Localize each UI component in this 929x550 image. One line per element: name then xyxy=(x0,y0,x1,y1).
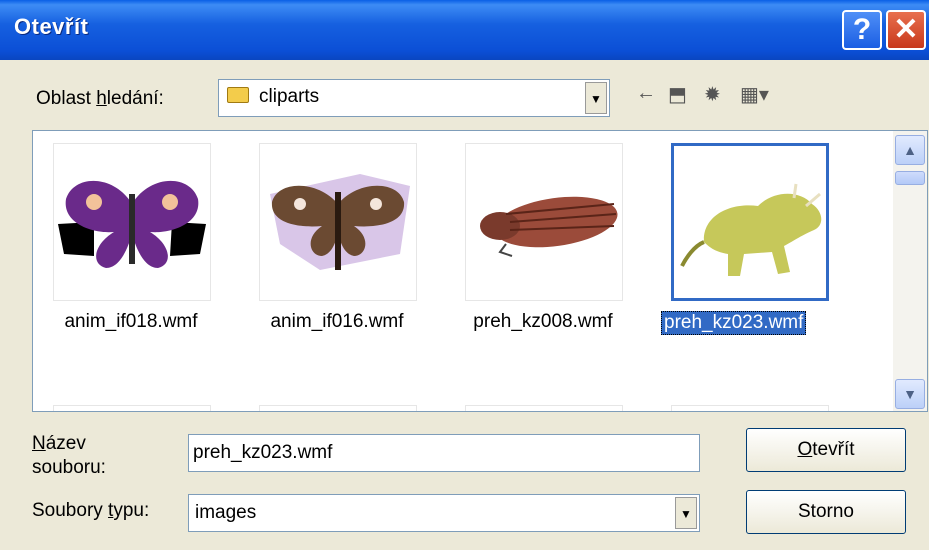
file-list[interactable]: anim_if018.wmf anim_if016.wmf preh_kz008… xyxy=(32,130,928,412)
new-folder-icon[interactable]: ✹ xyxy=(704,82,721,107)
filename-label: Název souboru: xyxy=(32,433,106,478)
chevron-down-icon: ▼ xyxy=(903,386,917,402)
open-button[interactable]: Otevřít xyxy=(746,428,906,472)
chevron-up-icon: ▲ xyxy=(903,142,917,158)
question-icon: ? xyxy=(852,13,872,46)
scroll-thumb[interactable] xyxy=(895,171,925,185)
lookin-label: Oblast hledání: xyxy=(36,88,164,109)
lookin-dropdown[interactable]: cliparts ▼ xyxy=(218,79,610,117)
chevron-down-icon[interactable]: ▼ xyxy=(675,497,697,529)
view-menu-icon[interactable]: ▦▾ xyxy=(740,82,769,107)
scroll-down-button[interactable]: ▼ xyxy=(895,379,925,409)
filetype-dropdown[interactable]: images ▼ xyxy=(188,494,700,532)
filetype-label: Soubory typu: xyxy=(32,500,150,521)
file-tile[interactable] xyxy=(259,405,417,411)
file-label[interactable]: preh_kz008.wmf xyxy=(453,311,633,333)
folder-icon xyxy=(227,87,249,103)
file-tile[interactable] xyxy=(671,405,829,411)
window-title: Otevřít xyxy=(14,14,89,39)
triceratops-icon[interactable] xyxy=(671,143,829,301)
chevron-down-icon[interactable]: ▼ xyxy=(585,82,607,114)
back-arrow-icon[interactable]: ← xyxy=(636,82,656,105)
trilobite-icon[interactable] xyxy=(465,143,623,301)
cancel-button[interactable]: Storno xyxy=(746,490,906,534)
vertical-scrollbar[interactable]: ▲ ▼ xyxy=(893,131,927,411)
close-button[interactable]: ✕ xyxy=(886,10,926,50)
file-label[interactable]: anim_if016.wmf xyxy=(247,311,427,333)
help-button[interactable]: ? xyxy=(842,10,882,50)
close-icon: ✕ xyxy=(893,13,919,46)
scroll-up-button[interactable]: ▲ xyxy=(895,135,925,165)
file-label-selected[interactable]: preh_kz023.wmf xyxy=(661,311,807,335)
filetype-value: images xyxy=(195,502,257,523)
file-label[interactable]: anim_if018.wmf xyxy=(41,311,221,333)
filename-input[interactable]: preh_kz023.wmf xyxy=(188,434,700,472)
moth-brown-icon[interactable] xyxy=(259,143,417,301)
up-folder-icon[interactable]: ⬒ xyxy=(668,82,687,107)
lookin-value: cliparts xyxy=(259,86,320,107)
file-tile[interactable] xyxy=(465,405,623,411)
file-tile[interactable] xyxy=(53,405,211,411)
title-bar[interactable]: Otevřít ? ✕ xyxy=(0,0,929,60)
butterfly-purple-icon[interactable] xyxy=(53,143,211,301)
